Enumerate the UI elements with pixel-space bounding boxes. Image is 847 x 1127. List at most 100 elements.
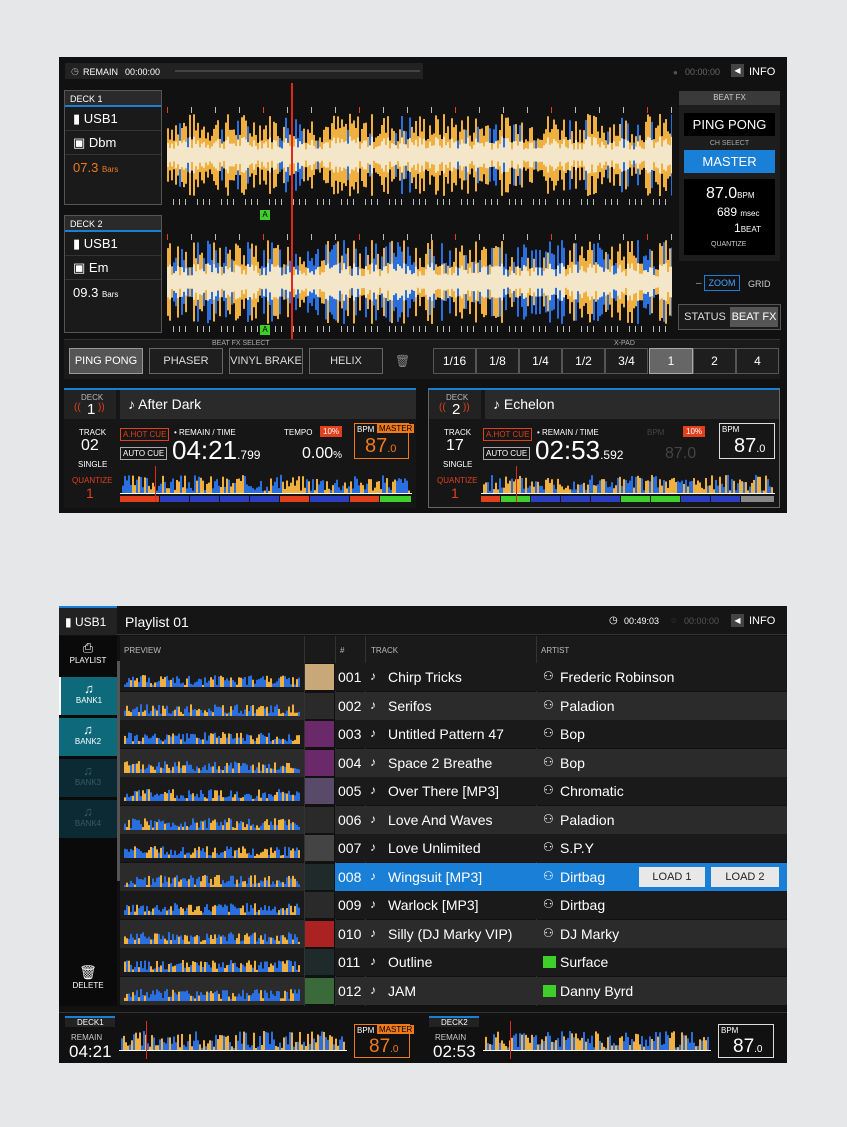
deck2-bars: 09.3 Bars [73, 285, 119, 300]
xpad-1-2[interactable]: 1/2 [562, 348, 605, 374]
zoom-minus[interactable]: – [696, 278, 702, 289]
info-arrow-icon[interactable]: ◀ [731, 64, 744, 77]
deck1-waveform[interactable] [167, 105, 672, 205]
col-preview[interactable]: PREVIEW [124, 646, 161, 655]
col-num[interactable]: # [340, 646, 344, 655]
mini-deck2-label: DECK2 [429, 1016, 479, 1027]
info-button[interactable]: INFO [749, 615, 775, 627]
status-tabs: STATUS BEAT FX [678, 304, 781, 330]
track-number: 005 [338, 783, 362, 799]
deck2-number-box: DECK (( 2 )) [429, 390, 481, 419]
trash-icon[interactable]: 🗑 [395, 354, 410, 368]
table-row[interactable]: 008 ♪ Wingsuit [MP3] ⚇ Dirtbag LOAD 1 LOAD 2 [120, 862, 787, 891]
artist-name: Frederic Robinson [560, 669, 675, 685]
player-screen: ◷ REMAIN 00:00:00 ● 00:00:00 ◀ INFO DECK… [59, 57, 787, 513]
delete-button[interactable]: 🗑 DELETE [59, 964, 117, 1004]
table-row[interactable]: 012 ♪ JAM Danny Byrd [120, 976, 787, 1005]
table-row[interactable]: 001 ♪ Chirp Tricks ⚇ Frederic Robinson [120, 663, 787, 691]
col-track[interactable]: TRACK [371, 646, 398, 655]
table-row[interactable]: 003 ♪ Untitled Pattern 47 ⚇ Bop [120, 720, 787, 748]
deck2-overview[interactable] [481, 466, 775, 502]
info-arrow-icon[interactable]: ◀ [731, 614, 744, 627]
signal-icon: )) [463, 402, 470, 413]
deck2-quantize: 1 [451, 485, 459, 501]
browser-screen: ▮ USB1 Playlist 01 ◷ 00:49:03 ○ 00:00:00… [59, 606, 787, 1063]
person-icon: ⚇ [543, 726, 554, 740]
fx-button-phaser[interactable]: PHASER [149, 348, 223, 374]
load2-button[interactable]: LOAD 2 [711, 866, 779, 887]
usb-icon: ▮ [73, 236, 84, 251]
preview-cell [120, 691, 304, 720]
track-label: TRACK [79, 428, 107, 437]
deck1-bpm: 87.0 [365, 435, 397, 457]
master-badge: MASTER [377, 1025, 415, 1034]
key-icon: ▣ [73, 260, 89, 275]
beatfx-effect[interactable]: PING PONG [684, 113, 775, 136]
mini-deck1-overview[interactable] [119, 1021, 347, 1059]
fx-button-ping-pong[interactable]: PING PONG [69, 348, 143, 374]
playlist-title: Playlist 01 [125, 614, 189, 630]
track-note-icon: ♪ [370, 754, 376, 769]
fx-button-vinyl-brake[interactable]: VINYL BRAKE [229, 348, 303, 374]
sidebar-item-playlist[interactable]: ⎙ PLAYLIST [59, 636, 117, 674]
table-row[interactable]: 004 ♪ Space 2 Breathe ⚇ Bop [120, 748, 787, 777]
ch-select-value[interactable]: MASTER [684, 150, 775, 173]
deck2-label: DECK 2 [65, 216, 161, 232]
table-row[interactable]: 005 ♪ Over There [MP3] ⚇ Chromatic [120, 777, 787, 805]
info-button[interactable]: INFO [749, 66, 775, 78]
sidebar-item-bank2[interactable]: ♫ BANK2 [59, 718, 117, 756]
auto-cue-badge: AUTO CUE [120, 447, 168, 460]
beatfx-tab[interactable]: BEAT FX [730, 307, 778, 327]
xpad-1-4[interactable]: 1/4 [519, 348, 562, 374]
xpad-2[interactable]: 2 [693, 348, 736, 374]
grid-button[interactable]: GRID [748, 279, 771, 289]
deck2-waveform[interactable] [167, 232, 672, 332]
source-tab[interactable]: ▮ USB1 [59, 606, 117, 635]
track-title: Wingsuit [MP3] [388, 868, 483, 885]
deck1-label: DECK 1 [65, 91, 161, 107]
track-note-icon: ♪ [370, 811, 376, 826]
record-icon: ○ [671, 615, 677, 625]
deck1-quantize: 1 [86, 485, 94, 501]
zoom-button[interactable]: ZOOM [704, 275, 740, 291]
table-row[interactable]: 007 ♪ Love Unlimited ⚇ S.P.Y [120, 834, 787, 862]
track-number: 006 [338, 811, 362, 828]
track-note-icon: ♪ [370, 954, 376, 968]
xpad-3-4[interactable]: 3/4 [605, 348, 648, 374]
deck2-track-num: 17 [446, 437, 464, 454]
table-row[interactable]: 006 ♪ Love And Waves ⚇ Paladion [120, 805, 787, 834]
track-title: Chirp Tricks [388, 669, 462, 685]
track-note-icon: ♪ [370, 669, 376, 683]
person-icon: ⚇ [543, 669, 554, 683]
note-icon: ♪ [128, 396, 139, 412]
xpad-1-16[interactable]: 1/16 [433, 348, 476, 374]
trash-icon: 🗑 [79, 964, 97, 980]
preview-cell [120, 777, 304, 805]
table-row[interactable]: 002 ♪ Serifos ⚇ Paladion [120, 691, 787, 720]
track-number: 002 [338, 697, 362, 714]
track-number: 011 [338, 954, 361, 970]
table-row[interactable]: 009 ♪ Warlock [MP3] ⚇ Dirtbag [120, 891, 787, 919]
xpad-4[interactable]: 4 [736, 348, 779, 374]
sidebar-item-bank4[interactable]: ♫ BANK4 [59, 800, 117, 838]
deck2-bpm: 87.0 [734, 435, 766, 457]
load1-button[interactable]: LOAD 1 [639, 866, 705, 887]
track-title: Serifos [388, 697, 432, 714]
xpad-label: X-PAD [614, 340, 635, 347]
status-tab[interactable]: STATUS [681, 307, 729, 327]
sidebar-item-bank1[interactable]: ♫ BANK1 [59, 677, 117, 715]
person-icon: ⚇ [543, 840, 554, 854]
xpad-1-8[interactable]: 1/8 [476, 348, 519, 374]
fx-button-helix[interactable]: HELIX [309, 348, 383, 374]
track-note-icon: ♪ [370, 840, 376, 854]
deck1-overview[interactable] [120, 466, 412, 502]
cue-marker-a: A [260, 325, 270, 335]
preview-cell [120, 976, 304, 1005]
usb-icon: ▮ [73, 111, 84, 126]
xpad-1[interactable]: 1 [649, 348, 693, 374]
mini-deck2-overview[interactable] [483, 1021, 711, 1059]
col-artist[interactable]: ARTIST [541, 646, 569, 655]
table-row[interactable]: 011 ♪ Outline Surface [120, 948, 787, 976]
sidebar-item-bank3[interactable]: ♫ BANK3 [59, 759, 117, 797]
table-row[interactable]: 010 ♪ Silly (DJ Marky VIP) ⚇ DJ Marky [120, 919, 787, 948]
